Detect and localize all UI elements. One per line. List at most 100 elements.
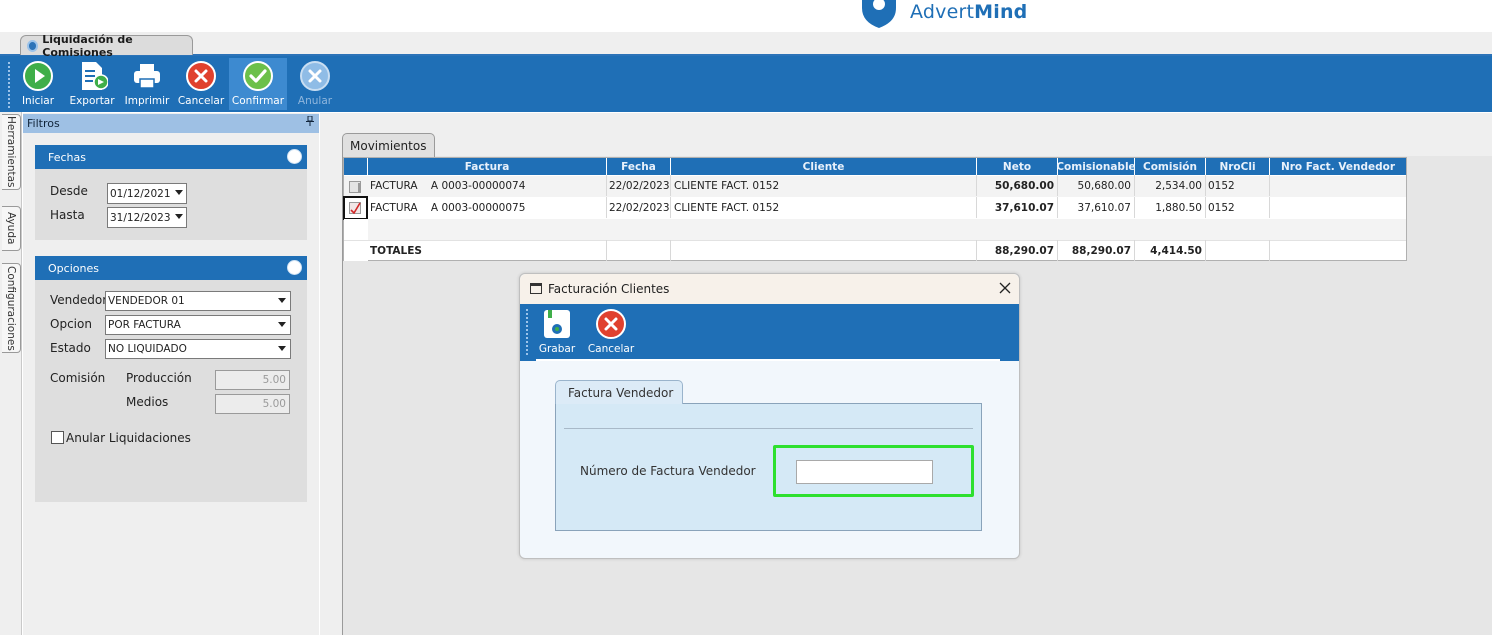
window-tab-strip [0, 32, 1492, 56]
cell-comisionable: 37,610.07 [1058, 197, 1135, 218]
play-icon [22, 60, 54, 92]
module-icon [27, 39, 39, 52]
vendedor-label: Vendedor [50, 293, 108, 307]
col-comision[interactable]: Comisión [1135, 158, 1206, 175]
side-tab-herramientas[interactable]: Herramientas [2, 114, 21, 190]
cell-nro-fact-vendedor [1270, 197, 1406, 218]
filters-header: Filtros [23, 114, 319, 133]
side-tab-ayuda[interactable]: Ayuda [2, 206, 21, 251]
row-select-icon[interactable] [349, 181, 361, 193]
col-nro-fact-vendedor[interactable]: Nro Fact. Vendedor [1270, 158, 1406, 175]
side-tab-strip [0, 112, 22, 635]
totals-neto: 88,290.07 [977, 240, 1058, 261]
chevron-down-icon [278, 298, 286, 303]
printer-icon [131, 60, 163, 92]
cell-cliente: CLIENTE FACT. 0152 [671, 197, 977, 218]
collapse-icon[interactable] [287, 260, 302, 275]
col-factura[interactable]: Factura [368, 158, 607, 175]
anular-button[interactable]: Anular [294, 58, 336, 110]
cell-neto: 50,680.00 [977, 175, 1058, 196]
iniciar-button[interactable]: Iniciar [17, 58, 59, 110]
save-icon [541, 308, 573, 340]
pin-icon[interactable] [306, 115, 314, 129]
tab-liquidacion-comisiones[interactable]: Liquidación de Comisiones [20, 33, 193, 59]
cell-comision: 2,534.00 [1135, 175, 1206, 196]
col-comisionable[interactable]: Comisionable [1056, 158, 1136, 175]
toolbar-grip[interactable] [526, 309, 529, 355]
cell-factura: FACTURA A 0003-00000075 [368, 197, 607, 218]
estado-select[interactable]: NO LIQUIDADO [105, 339, 291, 359]
cell-factura: FACTURA A 0003-00000074 [368, 175, 607, 196]
col-neto[interactable]: Neto [977, 158, 1058, 175]
opcion-label: Opcion [50, 317, 92, 331]
numero-factura-vendedor-label: Número de Factura Vendedor [580, 464, 756, 478]
cancelar-label: Cancelar [177, 95, 225, 107]
totals-empty [607, 240, 671, 261]
numero-factura-vendedor-input[interactable] [796, 460, 933, 484]
opcion-select[interactable]: POR FACTURA [105, 315, 291, 335]
cell-nrocli: 0152 [1206, 175, 1270, 196]
col-cliente[interactable]: Cliente [671, 158, 977, 175]
medios-field[interactable]: 5.00 [215, 394, 290, 414]
col-fecha[interactable]: Fecha [607, 158, 671, 175]
tab-factura-vendedor[interactable]: Factura Vendedor [555, 380, 683, 404]
chevron-down-icon [175, 214, 183, 219]
confirmar-label: Confirmar [231, 95, 285, 107]
produccion-field[interactable]: 5.00 [215, 370, 290, 390]
advertmind-logo-icon [858, 0, 900, 30]
void-icon [299, 60, 331, 92]
cell-comisionable: 50,680.00 [1058, 175, 1135, 196]
cell-cliente: CLIENTE FACT. 0152 [671, 175, 977, 196]
toolbar-grip[interactable] [8, 62, 11, 108]
app-header [0, 0, 1492, 32]
tab-label: Liquidación de Comisiones [42, 32, 133, 59]
dialog-cancelar-button[interactable]: Cancelar [586, 306, 636, 358]
grabar-label: Grabar [538, 343, 576, 355]
toolbar-separator [536, 359, 1000, 361]
desde-label: Desde [50, 184, 88, 198]
close-icon[interactable] [995, 278, 1015, 298]
imprimir-button[interactable]: Imprimir [124, 58, 170, 110]
cell-fecha: 22/02/2023 [607, 197, 671, 218]
table-row-empty [344, 219, 1406, 241]
hasta-date-picker[interactable]: 31/12/2023 [107, 207, 187, 228]
anular-liquidaciones-label: Anular Liquidaciones [66, 431, 191, 445]
grid-corner [344, 158, 368, 175]
cell-nro-fact-vendedor [1270, 175, 1406, 196]
export-icon [76, 60, 109, 92]
chevron-down-icon [278, 346, 286, 351]
grabar-button[interactable]: Grabar [536, 306, 578, 358]
totals-empty [671, 240, 977, 261]
totals-label: TOTALES [368, 240, 607, 261]
produccion-label: Producción [126, 371, 192, 385]
row-checked-icon[interactable] [349, 202, 361, 215]
side-tab-configuraciones[interactable]: Configuraciones [2, 263, 21, 353]
divider [564, 428, 973, 429]
opciones-group-header: Opciones [35, 256, 307, 280]
check-icon [242, 60, 274, 92]
cell-fecha: 22/02/2023 [607, 175, 671, 196]
cell-nrocli: 0152 [1206, 197, 1270, 218]
anular-label: Anular [297, 95, 333, 107]
window-icon [530, 283, 542, 294]
confirmar-button[interactable]: Confirmar [229, 58, 287, 110]
anular-liquidaciones-checkbox[interactable] [51, 431, 64, 444]
dialog-title-bar[interactable]: Facturación Clientes [520, 274, 1019, 304]
chevron-down-icon [278, 322, 286, 327]
totals-empty [1206, 240, 1270, 261]
vendedor-select[interactable]: VENDEDOR 01 [105, 291, 291, 311]
exportar-button[interactable]: Exportar [67, 58, 117, 110]
totals-comisionable: 88,290.07 [1058, 240, 1135, 261]
comision-label: Comisión [50, 371, 106, 385]
collapse-icon[interactable] [287, 149, 302, 164]
cancelar-button[interactable]: Cancelar [177, 58, 225, 110]
dialog-cancelar-label: Cancelar [587, 343, 635, 355]
chevron-down-icon [175, 190, 183, 195]
estado-label: Estado [50, 341, 91, 355]
cancel-icon [185, 60, 217, 92]
cell-neto: 37,610.07 [977, 197, 1058, 218]
col-nrocli[interactable]: NroCli [1206, 158, 1270, 175]
tab-movimientos[interactable]: Movimientos [342, 133, 435, 157]
exportar-label: Exportar [69, 95, 115, 107]
desde-date-picker[interactable]: 01/12/2021 [107, 183, 187, 204]
